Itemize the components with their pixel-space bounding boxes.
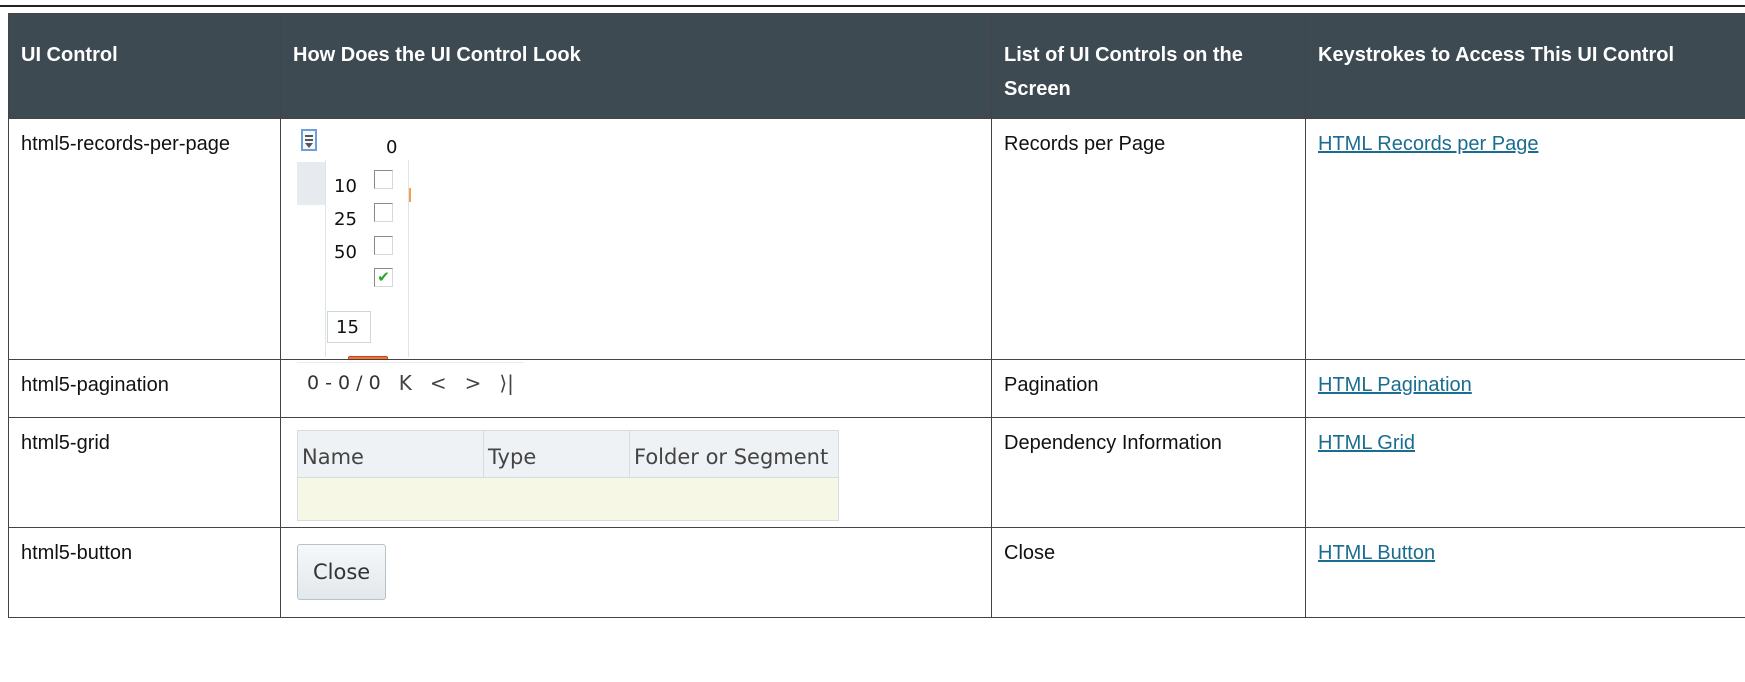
grid-column-header[interactable]: Type bbox=[484, 431, 630, 477]
ui-controls-table: UI Control How Does the UI Control Look … bbox=[8, 13, 1745, 618]
illustration-cell: Close bbox=[280, 527, 992, 618]
header-ui-control: UI Control bbox=[8, 13, 281, 119]
last-page-icon[interactable]: ⟩| bbox=[499, 368, 514, 398]
option-checkbox[interactable] bbox=[374, 170, 393, 189]
grid-widget: Name Type Folder or Segment bbox=[297, 430, 839, 521]
illustration-cell: 0 10 25 50 15 ✔ ➞ bbox=[280, 118, 992, 360]
close-button[interactable]: Close bbox=[297, 544, 387, 600]
page-range: 0 - 0 / 0 bbox=[307, 372, 381, 394]
options-panel: 10 25 50 15 ✔ ➞ bbox=[325, 160, 409, 359]
records-per-page-widget: 0 10 25 50 15 ✔ ➞ bbox=[297, 119, 412, 359]
keystroke-link-cell: HTML Button bbox=[1305, 527, 1745, 618]
keystroke-link[interactable]: HTML Grid bbox=[1318, 432, 1415, 454]
table-row: html5-grid Name Type Folder or Segment D… bbox=[8, 417, 1745, 528]
keystroke-link-cell: HTML Grid bbox=[1305, 417, 1745, 528]
top-rule bbox=[0, 5, 1745, 7]
control-name: html5-records-per-page bbox=[8, 118, 281, 360]
header-keystrokes: Keystrokes to Access This UI Control bbox=[1305, 13, 1745, 119]
option-label: 25 bbox=[334, 209, 357, 230]
checked-checkbox-icon[interactable]: ✔ bbox=[374, 268, 393, 287]
table-row: html5-button Close Close HTML Button bbox=[8, 527, 1745, 618]
header-list-controls: List of UI Controls on the Screen bbox=[991, 13, 1306, 119]
option-checkbox[interactable] bbox=[374, 203, 393, 222]
control-list: Pagination bbox=[991, 359, 1306, 418]
grid-body bbox=[298, 478, 838, 520]
option-label: 50 bbox=[334, 242, 357, 263]
grey-panel bbox=[297, 162, 327, 205]
header-how-look: How Does the UI Control Look bbox=[280, 13, 992, 119]
keystroke-link[interactable]: HTML Records per Page bbox=[1318, 133, 1538, 155]
control-list: Dependency Information bbox=[991, 417, 1306, 528]
table-row: html5-pagination 0 - 0 / 0 K < > ⟩| Pagi… bbox=[8, 359, 1745, 418]
keystroke-link-cell: HTML Pagination bbox=[1305, 359, 1745, 418]
pagination-widget: 0 - 0 / 0 K < > ⟩| bbox=[297, 362, 524, 403]
option-label: 10 bbox=[334, 176, 357, 197]
control-list: Records per Page bbox=[991, 118, 1306, 360]
grid-column-header[interactable]: Folder or Segment bbox=[630, 431, 836, 477]
next-page-icon[interactable]: > bbox=[465, 368, 482, 398]
first-page-icon[interactable]: K bbox=[399, 368, 412, 398]
record-count: 0 bbox=[386, 137, 398, 158]
keystroke-link[interactable]: HTML Pagination bbox=[1318, 374, 1472, 396]
grid-header: Name Type Folder or Segment bbox=[298, 431, 838, 478]
keystroke-link[interactable]: HTML Button bbox=[1318, 542, 1435, 564]
grid-column-header[interactable]: Name bbox=[298, 431, 484, 477]
control-name: html5-button bbox=[8, 527, 281, 618]
table-row: html5-records-per-page 0 10 25 50 15 ✔ R… bbox=[8, 118, 1745, 360]
illustration-cell: Name Type Folder or Segment bbox=[280, 417, 992, 528]
option-checkbox[interactable] bbox=[374, 236, 393, 255]
control-name: html5-grid bbox=[8, 417, 281, 528]
prev-page-icon[interactable]: < bbox=[430, 368, 447, 398]
keystroke-link-cell: HTML Records per Page bbox=[1305, 118, 1745, 360]
dropdown-toggle-icon[interactable] bbox=[301, 129, 317, 151]
control-list: Close bbox=[991, 527, 1306, 618]
control-name: html5-pagination bbox=[8, 359, 281, 418]
illustration-cell: 0 - 0 / 0 K < > ⟩| bbox=[280, 359, 992, 418]
custom-records-input[interactable]: 15 bbox=[327, 311, 371, 343]
header-row: UI Control How Does the UI Control Look … bbox=[8, 13, 1745, 119]
go-button[interactable]: ➞ bbox=[348, 356, 388, 359]
